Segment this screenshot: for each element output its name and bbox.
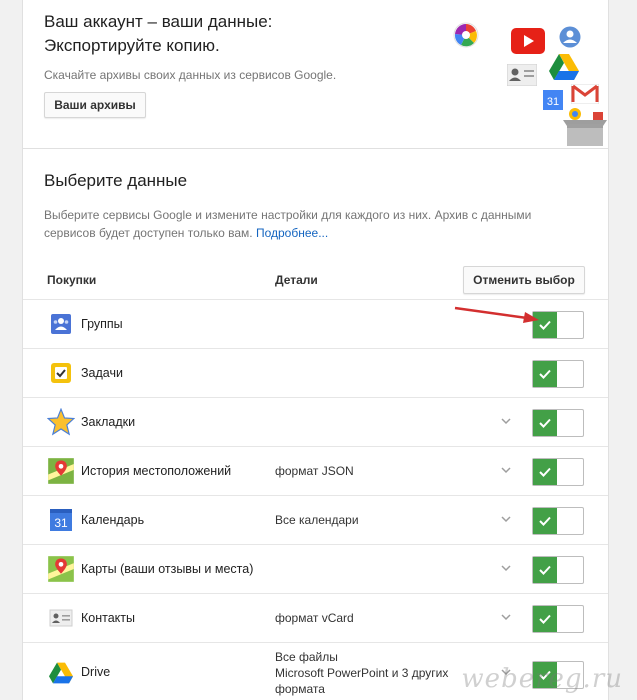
maps-icon	[48, 556, 74, 582]
toggle-bookmarks[interactable]	[532, 409, 584, 437]
profile-icon	[559, 26, 581, 48]
contacts-icon	[49, 609, 73, 627]
location-history-icon	[48, 458, 74, 484]
contacts-card-icon	[507, 64, 537, 86]
svg-text:31: 31	[547, 96, 559, 108]
calendar-icon: 31	[50, 509, 72, 531]
watermark: webereg.ru	[461, 664, 623, 694]
list-item-maps: Карты (ваши отзывы и места)	[23, 544, 608, 593]
toggle-on-indicator	[533, 459, 557, 485]
toggle-calendar[interactable]	[532, 507, 584, 535]
chevron-down-icon[interactable]	[501, 514, 511, 524]
service-detail: формат vCard	[275, 611, 354, 625]
column-header-details: Детали	[275, 273, 318, 287]
toggle-tasks[interactable]	[532, 360, 584, 388]
check-icon	[539, 369, 551, 379]
toggle-on-indicator	[533, 508, 557, 534]
service-name: Закладки	[81, 415, 136, 429]
toggle-on-indicator	[533, 557, 557, 583]
service-detail: Все календари	[275, 513, 359, 527]
groups-icon	[51, 314, 71, 334]
svg-text:31: 31	[54, 516, 68, 530]
service-name: Контакты	[81, 611, 135, 625]
drive-icon	[549, 54, 579, 80]
toggle-on-indicator	[533, 410, 557, 436]
list-item-contacts: Контакты формат vCard	[23, 593, 608, 642]
page-subtitle: Скачайте архивы своих данных из сервисов…	[44, 68, 337, 82]
service-name: Группы	[81, 317, 123, 331]
chevron-down-icon[interactable]	[501, 465, 511, 475]
service-name: Карты (ваши отзывы и места)	[81, 562, 254, 576]
list-item-location-history: История местоположений формат JSON	[23, 446, 608, 495]
archive-box-icon	[563, 108, 607, 146]
chevron-down-icon[interactable]	[501, 416, 511, 426]
service-name: Drive	[81, 665, 111, 679]
page-title: Ваш аккаунт – ваши данные: Экспортируйте…	[44, 12, 273, 55]
section-title: Выберите данные	[44, 171, 188, 190]
toggle-on-indicator	[533, 361, 557, 387]
check-icon	[539, 516, 551, 526]
export-card: Ваш аккаунт – ваши данные: Экспортируйте…	[22, 0, 609, 700]
service-detail: Все файлы Microsoft PowerPoint и 3 други…	[275, 650, 449, 696]
annotation-arrow-icon	[454, 306, 539, 323]
service-name: Календарь	[81, 513, 145, 527]
section-description: Выберите сервисы Google и измените настр…	[44, 208, 532, 240]
check-icon	[539, 418, 551, 428]
service-name: История местоположений	[81, 464, 232, 478]
check-icon	[539, 614, 551, 624]
services-illustration: 31	[445, 12, 607, 150]
column-header-products: Покупки	[47, 273, 97, 287]
toggle-location-history[interactable]	[532, 458, 584, 486]
calendar-icon: 31	[543, 90, 563, 110]
chevron-down-icon[interactable]	[501, 563, 511, 573]
services-list: Группы Задачи Закладки История местополо…	[23, 299, 608, 700]
deselect-all-button[interactable]: Отменить выбор	[463, 266, 585, 294]
tasks-icon	[51, 363, 71, 383]
drive-icon	[49, 662, 73, 684]
check-icon	[539, 467, 551, 477]
toggle-contacts[interactable]	[532, 605, 584, 633]
check-icon	[539, 565, 551, 575]
header-divider	[23, 148, 608, 149]
learn-more-link[interactable]: Подробнее...	[256, 226, 328, 240]
bookmarks-star-icon	[47, 408, 75, 436]
toggle-on-indicator	[533, 606, 557, 632]
chevron-down-icon[interactable]	[501, 612, 511, 622]
service-detail: формат JSON	[275, 464, 354, 478]
service-name: Задачи	[81, 366, 123, 380]
toggle-maps[interactable]	[532, 556, 584, 584]
list-item-tasks: Задачи	[23, 348, 608, 397]
list-item-bookmarks: Закладки	[23, 397, 608, 446]
list-item-calendar: 31 Календарь Все календари	[23, 495, 608, 544]
picasa-icon	[453, 22, 479, 48]
youtube-icon	[511, 28, 545, 54]
your-archives-button[interactable]: Ваши архивы	[44, 92, 146, 118]
gmail-icon	[571, 84, 599, 104]
